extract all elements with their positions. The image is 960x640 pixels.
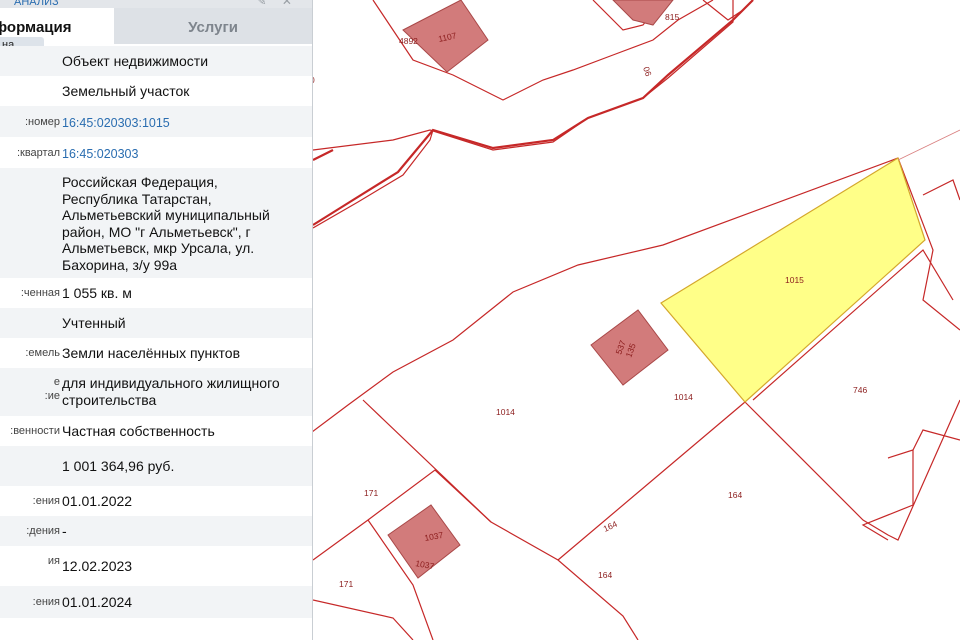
row-label: ения: [32, 495, 60, 507]
row-label: емель: [25, 347, 60, 359]
row-label: ения: [32, 596, 60, 608]
info-row-date-entered: ия 12.02.2023 [0, 546, 312, 586]
row-value: Земли населённых пунктов [62, 345, 241, 361]
info-row-ownership: венности: Частная собственность [0, 416, 312, 446]
row-value: 01.01.2022 [62, 493, 133, 509]
cadastral-map[interactable]: 4892 1107 815 06 0 1014 1014 1015 746 17… [313, 0, 960, 640]
map-label-164-a: 164 [728, 490, 742, 500]
row-value: 01.01.2024 [62, 594, 133, 610]
row-value: 1 055 кв. м [62, 285, 132, 301]
row-label: ия [47, 555, 60, 567]
row-value: Частная собственность [62, 423, 215, 439]
info-row-cadastral-number: номер: 16:45:020303:1015 [0, 106, 312, 137]
info-row-cadastral-value: 1 001 364,96 руб. [0, 446, 312, 486]
cadastral-number-link[interactable]: 16:45:020303:1015 [62, 115, 296, 132]
map-label-0: 0 [313, 75, 315, 85]
row-value: - [62, 523, 67, 539]
parcel-boundary [702, 0, 754, 21]
cadastral-quarter-link[interactable]: 16:45:020303 [62, 146, 296, 163]
row-value: Земельный участок [62, 83, 190, 99]
row-value: Учтенный [62, 315, 126, 331]
map-label-746: 746 [853, 385, 867, 395]
parcel-boundary [744, 399, 960, 541]
info-row-status: Учтенный [0, 308, 312, 338]
map-label-4892: 4892 [399, 36, 418, 46]
parcel-boundary [313, 0, 734, 151]
info-row-object-type: Объект недвижимости [0, 46, 312, 76]
info-row-area: ченная: 1 055 кв. м [0, 278, 312, 308]
info-row-cadastral-quarter: квартал: 16:45:020303 [0, 137, 312, 168]
parcel-boundary [887, 429, 960, 459]
building-815 [612, 0, 674, 26]
address-value: Российская Федерация, Республика Татарст… [62, 174, 270, 273]
row-label: венности: [10, 425, 60, 437]
map-label-815: 815 [665, 12, 679, 22]
row-label-line2: ие: [44, 390, 60, 402]
row-label: номер: [24, 116, 60, 128]
map-label-1014-a: 1014 [496, 407, 515, 417]
quarter-boundary [313, 0, 754, 226]
map-label-171-a: 171 [364, 488, 378, 498]
row-label: квартал: [16, 147, 60, 159]
header-link[interactable]: АНАЛИЗ [14, 0, 59, 8]
panel-top-strip: АНАЛИЗ ✎ ✕ [0, 0, 312, 8]
parcel-boundary [861, 450, 914, 541]
info-row-land-category: емель: Земли населённых пунктов [0, 338, 312, 368]
row-value: 12.02.2023 [62, 558, 133, 574]
map-label-1014-b: 1014 [674, 392, 693, 402]
info-row-date-applied: ения: 01.01.2024 [0, 586, 312, 618]
info-panel: АНАЛИЗ ✎ ✕ формация Услуги на Объект нед… [0, 0, 312, 640]
map-label-171-b: 171 [339, 579, 353, 589]
map-label-06: 06 [641, 65, 654, 78]
tab-services[interactable]: Услуги [114, 8, 312, 44]
row-value: Объект недвижимости [62, 53, 209, 69]
row-value: для индивидуального жилищного строительс… [62, 375, 280, 408]
map-canvas[interactable]: 4892 1107 815 06 0 1014 1014 1015 746 17… [313, 0, 960, 640]
row-label: дения: [26, 525, 60, 537]
parcel-boundary-thin [897, 129, 960, 161]
info-row-permitted-use: е ие: для индивидуального жилищного стро… [0, 368, 312, 416]
info-row-kind: Земельный участок [0, 76, 312, 106]
row-label: ченная: [20, 287, 60, 299]
parcel-boundary [362, 399, 639, 640]
parcel-boundary [313, 599, 414, 640]
row-label: е [53, 376, 60, 388]
parcel-boundary [557, 401, 746, 561]
map-label-164-c: 164 [598, 570, 612, 580]
quarter-boundary [313, 149, 334, 161]
info-row-date-determined: ения: 01.01.2022 [0, 486, 312, 516]
map-label-1015: 1015 [785, 275, 804, 285]
info-row-address: Российская Федерация, Республика Татарст… [0, 168, 312, 278]
parcel-boundary [922, 179, 960, 201]
tab-bar: формация Услуги [0, 8, 312, 44]
info-row-date-submitted: дения: - [0, 516, 312, 546]
window-controls-icon[interactable]: ✎ ✕ [257, 0, 298, 8]
row-value: 1 001 364,96 руб. [62, 458, 175, 474]
